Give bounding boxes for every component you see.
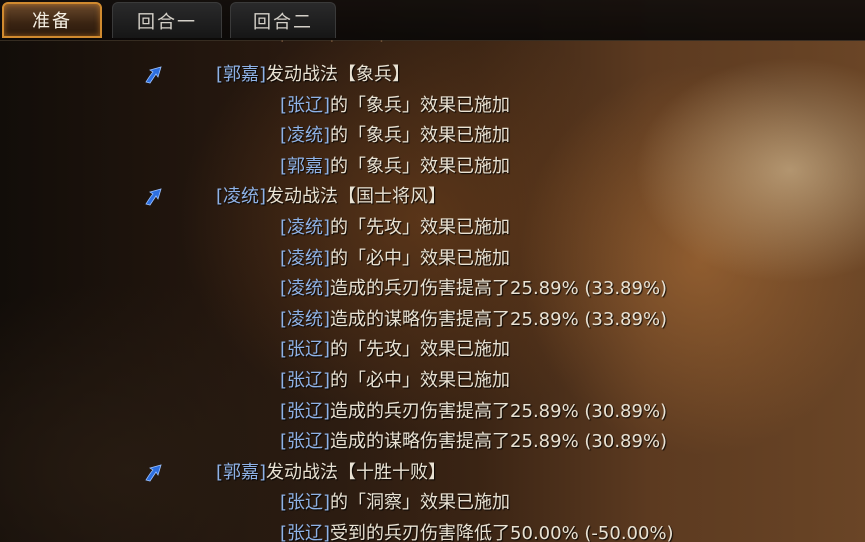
tab-round-one[interactable]: 回合一 [112, 2, 222, 38]
log-skill-line: [郭嘉]发动战法【十胜十败】 [216, 460, 446, 486]
log-effect-line: [张辽]造成的兵刃伤害提高了25.89% (30.89%) [280, 399, 667, 425]
log-text: 造成的谋略伤害提高了25.89% (30.89%) [330, 431, 668, 453]
log-effect-line: [郭嘉]的「象兵」效果已施加 [280, 154, 510, 180]
general-name: [张辽] [280, 431, 331, 453]
log-text: 受到的兵刃伤害降低了50.00% (-50.00%) [330, 523, 674, 542]
log-effect-line: [凌统]造成的谋略伤害提高了25.89% (33.89%) [280, 307, 667, 333]
log-effect-line: [张辽]的「象兵」效果已施加 [280, 93, 510, 119]
log-text: 的「洞察」效果已施加 [330, 492, 511, 514]
blue-arrow-icon [145, 464, 162, 482]
log-text: 造成的兵刃伤害提高了25.89% (33.89%) [330, 278, 668, 300]
log-effect-line: [张辽]的「必中」效果已施加 [280, 368, 510, 394]
log-effect-line: [张辽]造成的谋略伤害提高了25.89% (30.89%) [280, 429, 667, 455]
general-name: [凌统] [280, 217, 331, 238]
general-name: [张辽] [280, 370, 331, 391]
log-text: 造成的谋略伤害提高了25.89% (33.89%) [330, 308, 668, 330]
log-text: 发动战法【国士将风】 [266, 186, 447, 208]
general-name: [郭嘉] [216, 461, 267, 483]
general-name: [郭嘉] [280, 155, 331, 177]
general-name: [郭嘉] [216, 64, 267, 85]
tab-round-two[interactable]: 回合二 [230, 2, 336, 38]
log-text: 发动战法【象兵】 [266, 64, 411, 85]
log-text: 的「象兵」效果已施加 [330, 125, 511, 147]
log-effect-line: [凌统]造成的兵刃伤害提高了25.89% (33.89%) [280, 276, 667, 302]
general-name: [张辽] [280, 492, 331, 514]
blue-arrow-icon [145, 188, 162, 206]
log-text: 的「先攻」效果已施加 [330, 339, 511, 361]
log-effect-line: [凌统]的「先攻」效果已施加 [280, 215, 510, 241]
general-name: [张辽] [280, 94, 331, 116]
log-text: 造成的兵刃伤害提高了25.89% (30.89%) [330, 400, 668, 422]
log-text: 发动战法【十胜十败】 [266, 461, 447, 483]
log-skill-line: [凌统]发动战法【国士将风】 [216, 184, 446, 210]
round-tab-bar: 准备 回合一 回合二 [0, 0, 865, 41]
battle-log[interactable]: · ʾ · ʾ · [郭嘉]发动战法【象兵】 [张辽]的「象兵」效果已施加 [凌统]… [0, 40, 865, 542]
general-name: [凌统] [280, 125, 331, 147]
log-effect-line: [张辽]的「洞察」效果已施加 [280, 490, 510, 516]
log-effect-line: [张辽]受到的兵刃伤害降低了50.00% (-50.00%) [280, 521, 674, 542]
clipped-previous-line: · ʾ · ʾ · [280, 40, 392, 50]
general-name: [凌统] [280, 247, 331, 269]
log-text: 的「必中」效果已施加 [330, 370, 511, 391]
log-text: 的「必中」效果已施加 [330, 247, 511, 269]
general-name: [凌统] [216, 186, 267, 208]
log-effect-line: [张辽]的「先攻」效果已施加 [280, 337, 510, 363]
general-name: [凌统] [280, 308, 331, 330]
blue-arrow-icon [145, 66, 162, 84]
general-name: [张辽] [280, 339, 331, 361]
log-effect-line: [凌统]的「象兵」效果已施加 [280, 123, 510, 149]
general-name: [凌统] [280, 278, 331, 300]
general-name: [张辽] [280, 523, 331, 542]
log-text: 的「象兵」效果已施加 [330, 155, 511, 177]
log-skill-line: [郭嘉]发动战法【象兵】 [216, 62, 410, 88]
log-text: 的「先攻」效果已施加 [330, 217, 511, 238]
general-name: [张辽] [280, 400, 331, 422]
log-effect-line: [凌统]的「必中」效果已施加 [280, 246, 510, 272]
log-text: 的「象兵」效果已施加 [330, 94, 511, 116]
tab-prepare[interactable]: 准备 [2, 2, 102, 38]
